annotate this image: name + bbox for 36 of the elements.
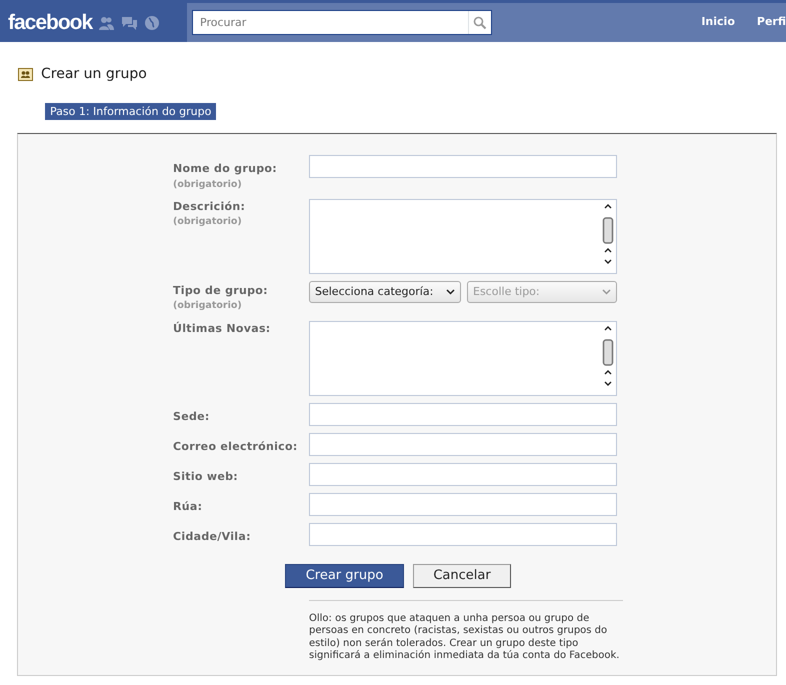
field-label: Sitio web:	[173, 468, 240, 484]
field-label: Correo electrónico:	[173, 438, 299, 454]
page-title: Crear un grupo	[41, 65, 147, 84]
field-label: Sede:	[173, 408, 211, 424]
field-label: Últimas Novas:	[173, 320, 272, 336]
input-field[interactable]	[309, 432, 617, 456]
search-field[interactable]: Procurar	[192, 10, 492, 35]
nav-link[interactable]: Perfi	[756, 14, 786, 31]
field-label: Tipo de grupo:	[173, 282, 269, 299]
field-label: Cidade/Vila:	[173, 528, 252, 544]
input-field[interactable]	[309, 462, 617, 486]
field-label: Nome do grupo:	[173, 161, 278, 177]
globe-icon[interactable]	[144, 14, 162, 30]
input-field[interactable]	[309, 155, 617, 178]
input-field[interactable]	[309, 492, 617, 516]
field-label: Rúa:	[173, 498, 204, 514]
step-tab[interactable]: Paso 1: Información do grupo	[45, 103, 216, 120]
nav-link[interactable]: Inicio	[701, 14, 735, 31]
cancel-button[interactable]: Cancelar	[413, 564, 511, 588]
warning-text: Ollo: os grupos que ataquen a unha persoa ou grupo de persoas en concreto (racistas, sexistas ou outros grupos do estilo) non serán tolerados. Crear un grupo deste tipo significará a eliminación inmediata da túa conta do Facebook.	[309, 600, 623, 662]
caret-icon	[446, 288, 455, 295]
input-field[interactable]	[309, 522, 617, 546]
create-button[interactable]: Crear grupo	[285, 564, 404, 588]
textarea-field[interactable]	[309, 320, 617, 396]
required-note: (obrigatorio)	[173, 299, 243, 314]
input-field[interactable]	[309, 402, 617, 426]
search-icon[interactable]	[473, 16, 487, 30]
messages-icon[interactable]	[121, 14, 138, 30]
group-icon	[18, 68, 33, 81]
caret-icon	[602, 288, 611, 295]
required-note: (obrigatorio)	[173, 215, 243, 230]
field-label: Descrición:	[173, 198, 246, 215]
textarea-field[interactable]	[309, 198, 617, 274]
required-note: (obrigatorio)	[173, 178, 243, 192]
friends-icon[interactable]	[98, 14, 116, 30]
dropdown[interactable]: Selecciona categoría:	[309, 280, 461, 303]
